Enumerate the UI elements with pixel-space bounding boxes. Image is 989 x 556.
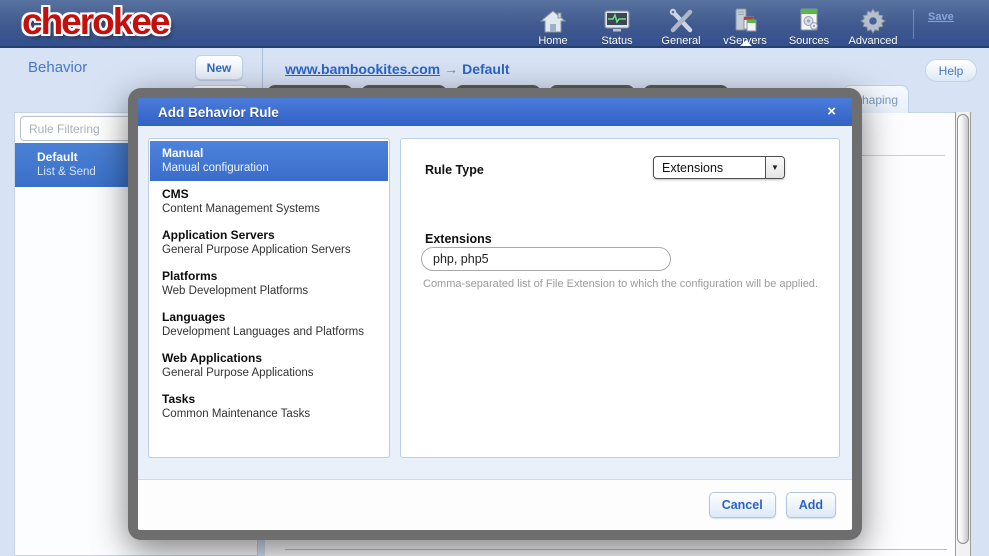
category-title: Platforms: [162, 269, 376, 284]
dialog-body: Manual Manual configuration CMS Content …: [138, 126, 852, 479]
chevron-down-icon: ▼: [765, 157, 784, 178]
category-title: Web Applications: [162, 351, 376, 366]
category-item-web-applications[interactable]: Web Applications General Purpose Applica…: [150, 346, 388, 386]
status-icon: [604, 8, 630, 35]
rule-type-select[interactable]: Extensions ▼: [653, 156, 785, 179]
gear-icon: [860, 8, 886, 35]
dialog-footer: Cancel Add: [138, 479, 852, 530]
main-navigation: Home Status: [521, 3, 905, 47]
nav-item-status[interactable]: Status: [585, 3, 649, 47]
nav-label: General: [661, 35, 700, 47]
nav-label: Sources: [789, 35, 829, 47]
category-title: Languages: [162, 310, 376, 325]
category-desc: Content Management Systems: [162, 202, 376, 216]
breadcrumb: www.bambookites.com→Default: [285, 61, 510, 77]
save-link[interactable]: Save: [928, 11, 954, 23]
category-title: Application Servers: [162, 228, 376, 243]
category-desc: Manual configuration: [162, 161, 376, 175]
add-button[interactable]: Add: [786, 492, 836, 518]
breadcrumb-arrow: →: [440, 61, 462, 77]
category-desc: Common Maintenance Tasks: [162, 407, 376, 421]
close-icon[interactable]: ×: [827, 102, 836, 122]
nav-item-general[interactable]: General: [649, 3, 713, 47]
vservers-icon: [732, 8, 758, 35]
rule-type-label: Rule Type: [425, 163, 484, 177]
nav-item-advanced[interactable]: Advanced: [841, 3, 905, 47]
rule-config-panel: Rule Type Extensions ▼ Extensions Comma-…: [400, 138, 840, 458]
category-item-platforms[interactable]: Platforms Web Development Platforms: [150, 264, 388, 304]
vertical-scrollbar-thumb[interactable]: [957, 114, 969, 544]
category-item-application-servers[interactable]: Application Servers General Purpose Appl…: [150, 223, 388, 263]
category-title: Tasks: [162, 392, 376, 407]
category-item-manual[interactable]: Manual Manual configuration: [150, 141, 388, 181]
category-desc: General Purpose Applications: [162, 366, 376, 380]
header-divider: [913, 9, 914, 39]
nav-item-home[interactable]: Home: [521, 3, 585, 47]
category-title: Manual: [162, 146, 376, 161]
dialog-titlebar: Add Behavior Rule ×: [138, 98, 852, 126]
cherokee-logo: cherokee: [22, 1, 169, 43]
new-rule-button[interactable]: New: [195, 55, 243, 80]
nav-item-sources[interactable]: Sources: [777, 3, 841, 47]
nav-label: Status: [601, 35, 632, 47]
content-bottom-line: [285, 549, 947, 550]
category-item-tasks[interactable]: Tasks Common Maintenance Tasks: [150, 387, 388, 427]
extensions-label: Extensions: [425, 232, 492, 246]
tools-icon: [668, 8, 694, 35]
nav-label: Advanced: [849, 35, 898, 47]
cancel-button[interactable]: Cancel: [709, 492, 776, 518]
category-title: CMS: [162, 187, 376, 202]
category-item-languages[interactable]: Languages Development Languages and Plat…: [150, 305, 388, 345]
breadcrumb-site-link[interactable]: www.bambookites.com: [285, 61, 440, 77]
home-icon: [540, 8, 566, 35]
extensions-input[interactable]: [421, 247, 671, 271]
dialog-title: Add Behavior Rule: [138, 105, 279, 120]
category-item-cms[interactable]: CMS Content Management Systems: [150, 182, 388, 222]
category-desc: Web Development Platforms: [162, 284, 376, 298]
add-behavior-rule-dialog: Add Behavior Rule × Manual Manual config…: [128, 88, 862, 540]
rule-type-selected-value: Extensions: [654, 161, 765, 175]
rule-category-list: Manual Manual configuration CMS Content …: [148, 138, 390, 458]
category-desc: General Purpose Application Servers: [162, 243, 376, 257]
top-header-bar: cherokee Home: [0, 0, 989, 48]
breadcrumb-page: Default: [462, 61, 509, 77]
cherokee-admin-window: cherokee Home: [0, 0, 989, 556]
category-desc: Development Languages and Platforms: [162, 325, 376, 339]
nav-label: Home: [538, 35, 567, 47]
sidebar-title: Behavior: [28, 59, 87, 76]
active-section-pointer: [740, 40, 752, 46]
extensions-help-text: Comma-separated list of File Extension t…: [423, 278, 833, 290]
sources-icon: [796, 8, 822, 35]
help-button[interactable]: Help: [925, 59, 977, 82]
